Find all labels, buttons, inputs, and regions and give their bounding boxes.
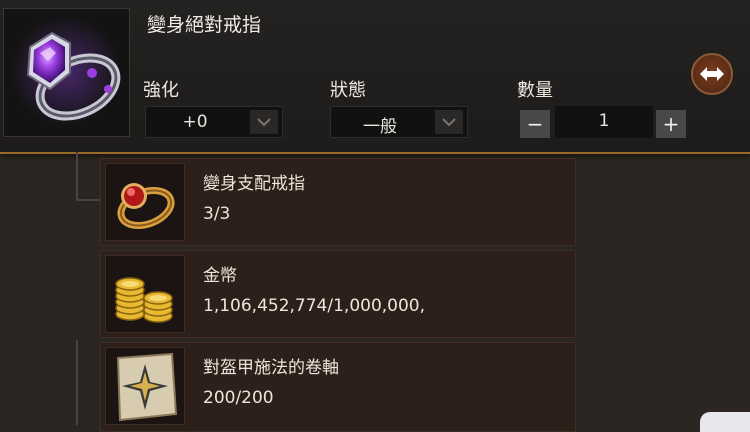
material-count: 3/3: [203, 204, 231, 224]
status-select[interactable]: 一般: [330, 106, 468, 138]
quantity-value: 1: [598, 111, 610, 131]
enhance-value: +0: [182, 112, 208, 132]
status-value: 一般: [363, 117, 397, 137]
quantity-plus-button[interactable]: +: [656, 110, 686, 138]
material-count: 200/200: [203, 388, 274, 408]
overlay-tab[interactable]: [700, 412, 750, 432]
material-row[interactable]: 金幣 1,106,452,774/1,000,000,: [100, 250, 576, 338]
crafting-header-panel: 變身絕對戒指 強化 +0 狀態 一般 數量 − 1 +: [0, 0, 750, 154]
swap-arrows-icon: [700, 67, 724, 81]
armor-scroll-icon: [116, 352, 178, 422]
material-name: 對盔甲施法的卷軸: [203, 358, 339, 378]
tree-connector: [76, 340, 78, 425]
red-gem-ring-icon: [117, 183, 175, 229]
material-count: 1,106,452,774/1,000,000,: [203, 296, 426, 316]
material-row[interactable]: 對盔甲施法的卷軸 200/200: [100, 342, 576, 432]
quantity-field[interactable]: 1: [555, 106, 653, 138]
material-row[interactable]: 變身支配戒指 3/3: [100, 158, 576, 246]
quantity-minus-button[interactable]: −: [520, 110, 550, 138]
enhance-label: 強化: [143, 80, 179, 101]
tree-connector: [76, 199, 100, 201]
item-name: 變身絕對戒指: [147, 14, 262, 36]
enhance-select[interactable]: +0: [145, 106, 283, 138]
swap-button[interactable]: [691, 53, 733, 95]
quantity-label: 數量: [517, 80, 553, 101]
material-icon-slot: [105, 347, 185, 425]
chevron-down-icon[interactable]: [435, 110, 463, 134]
item-slot[interactable]: [3, 8, 130, 137]
material-icon-slot: [105, 163, 185, 241]
material-name: 金幣: [203, 266, 237, 286]
material-name: 變身支配戒指: [203, 174, 305, 194]
chevron-down-icon[interactable]: [250, 110, 278, 134]
purple-gem-ring-icon: [11, 16, 121, 126]
gold-coins-icon: [115, 277, 173, 323]
tree-connector: [76, 152, 78, 200]
status-label: 狀態: [330, 80, 366, 101]
material-icon-slot: [105, 255, 185, 333]
